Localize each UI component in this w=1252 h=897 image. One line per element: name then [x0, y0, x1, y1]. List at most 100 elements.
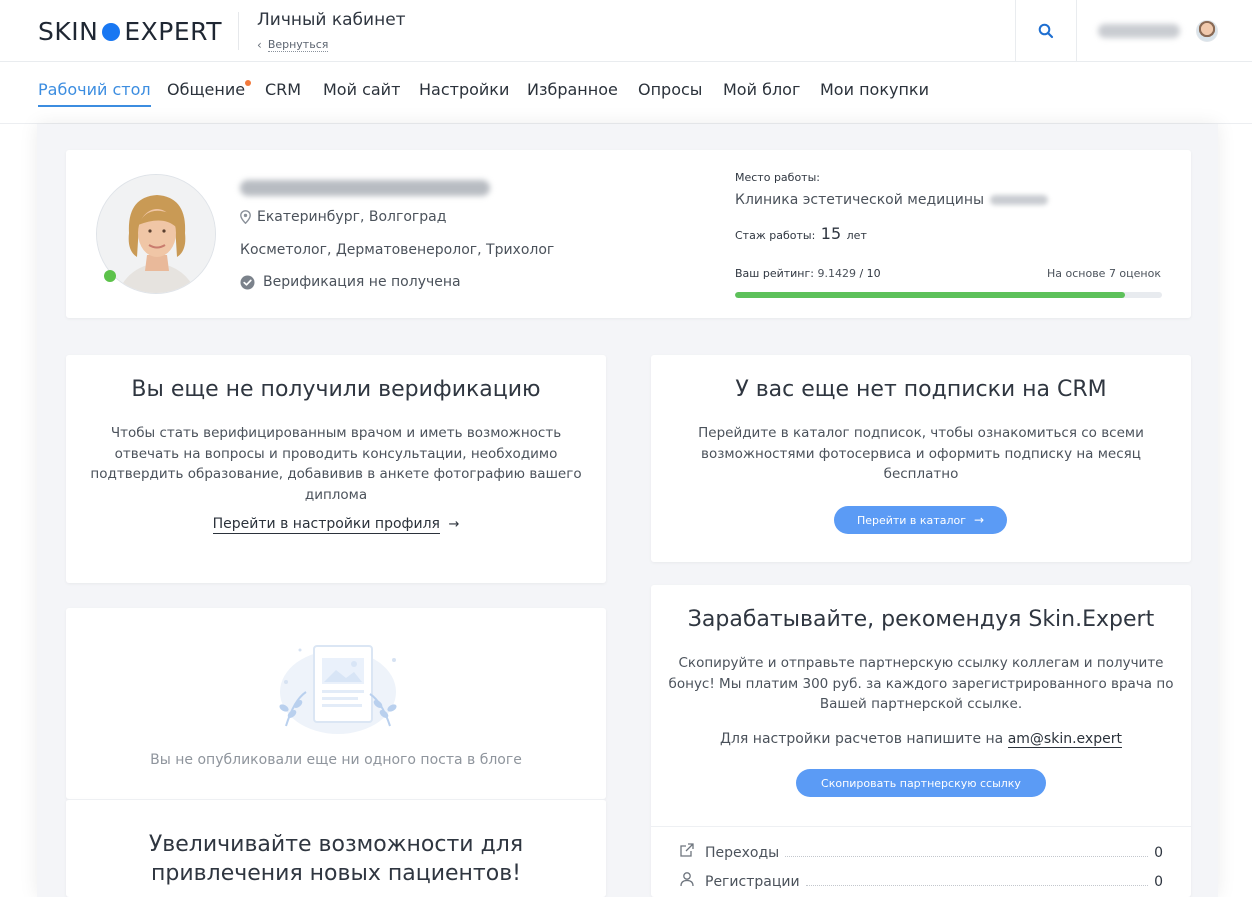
notification-dot-icon [245, 80, 252, 86]
stat-value: 0 [1154, 874, 1163, 890]
partner-contact-prefix: Для настройки расчетов напишите на [720, 731, 1004, 747]
partner-card-title: Зарабатывайте, рекомендуя Skin.Expert [687, 607, 1155, 632]
partner-card-text: Скопируйте и отправьте партнерскую ссылк… [651, 653, 1191, 715]
text-line: Чтобы стать верифицированным врачом и им… [110, 425, 562, 441]
stat-row-transitions: Переходы 0 [679, 841, 1163, 861]
stat-value: 0 [1154, 845, 1163, 861]
copy-partner-link-button[interactable]: Скопировать партнерскую ссылку [796, 769, 1046, 797]
back-link-label: Вернуться [267, 38, 329, 52]
text-line: подтвердить образование, добавивив в анк… [90, 466, 582, 482]
clinic-name: Клиника эстетической медицины [735, 192, 985, 208]
verification-card: Вы еще не получили верификацию Чтобы ста… [66, 355, 606, 583]
partner-card: Зарабатывайте, рекомендуя Skin.Expert Ск… [651, 585, 1191, 897]
logo-text-right: EXPERT [124, 17, 222, 46]
work-place-label: Место работы: [735, 171, 820, 184]
blog-empty-card: Вы не опубликовали еще ни одного поста в… [66, 608, 606, 799]
promo-card: Увеличивайте возможности для привлечения… [66, 799, 606, 897]
stat-row-registrations: Регистрации 0 [679, 870, 1163, 890]
profile-name-blurred [240, 180, 490, 196]
profile-specialties: Косметолог, Дерматовенеролог, Трихолог [240, 242, 555, 258]
stat-label: Переходы [705, 845, 780, 861]
verification-status: Верификация не получена [240, 274, 461, 290]
page-title: Личный кабинет [257, 10, 406, 30]
text-line: возможностями фотосервиса и оформить под… [701, 445, 1141, 462]
rating-value: 9.1429 [817, 267, 856, 280]
nav-tab-my-site[interactable]: Мой сайт [323, 80, 400, 105]
logo-dot-icon [102, 22, 121, 41]
profile-settings-link[interactable]: Перейти в настройки профиля → [66, 516, 606, 534]
text-line: бонус! Мы платим 300 руб. за каждого зар… [668, 675, 1174, 692]
nav-tab-my-blog[interactable]: Мой блог [723, 80, 800, 105]
stat-label: Регистрации [705, 874, 800, 890]
search-icon [1038, 23, 1054, 39]
rating-progress-fill [735, 292, 1126, 298]
dotted-leader [785, 856, 1149, 857]
text-line: Вашей партнерской ссылке. [819, 696, 1023, 712]
crm-card-text: Перейдите в каталог подписок, чтобы озна… [651, 423, 1191, 485]
partner-contact: Для настройки расчетов напишите на am@sk… [651, 729, 1191, 750]
text-line: Перейдите в каталог подписок, чтобы озна… [698, 425, 1144, 441]
logo-text-left: SKIN [38, 17, 99, 46]
profile-settings-link-label: Перейти в настройки профиля [212, 516, 440, 534]
experience: Стаж работы: 15 лет [735, 224, 867, 243]
header-divider [238, 12, 239, 50]
dotted-leader [805, 885, 1149, 886]
user-avatar[interactable] [1196, 20, 1218, 42]
online-status-icon [104, 270, 116, 282]
nav-tab-surveys[interactable]: Опросы [638, 80, 702, 105]
location-pin-icon [240, 210, 251, 224]
nav-tab-label: Общение [167, 80, 246, 99]
empty-blog-illustration-icon [279, 645, 397, 734]
experience-unit: лет [846, 229, 867, 242]
experience-label: Стаж работы: [735, 229, 816, 242]
clinic-name-blurred [990, 195, 1049, 205]
dashboard-content: Екатеринбург, Волгоград Косметолог, Дерм… [37, 124, 1218, 897]
external-link-icon [680, 843, 694, 857]
work-place: Клиника эстетической медицины [735, 192, 1049, 208]
header-separator [1076, 0, 1077, 62]
rating-max: / 10 [859, 267, 881, 280]
chevron-left-icon: ‹ [257, 38, 262, 52]
arrow-right-icon: → [973, 513, 985, 527]
crm-card: У вас еще нет подписки на CRM Перейдите … [651, 355, 1191, 562]
user-name-blurred[interactable] [1098, 24, 1180, 38]
verification-card-text: Чтобы стать верифицированным врачом и им… [66, 423, 606, 505]
catalog-button[interactable]: Перейти в каталог → [834, 506, 1007, 534]
nav-tab-crm[interactable]: CRM [265, 80, 301, 105]
profile-city: Екатеринбург, Волгоград [240, 209, 446, 225]
partner-card-divider [651, 826, 1191, 827]
nav-tab-communication[interactable]: Общение [167, 80, 252, 105]
search-button[interactable] [1016, 0, 1076, 62]
rating-label: Ваш рейтинг: [735, 267, 814, 280]
text-line: Скопируйте и отправьте партнерскую ссылк… [678, 655, 1164, 671]
promo-title-line: Увеличивайте возможности для [148, 832, 524, 857]
user-icon [680, 872, 694, 887]
text-line: бесплатно [883, 466, 959, 482]
catalog-button-label: Перейти в каталог [856, 513, 966, 527]
arrow-right-icon: → [448, 517, 460, 532]
verification-status-text: Верификация не получена [263, 274, 461, 290]
profile-city-text: Екатеринбург, Волгоград [257, 209, 447, 225]
promo-title-line: привлечения новых пациентов! [151, 861, 521, 886]
main-navigation: Рабочий стол Общение CRM Мой сайт Настро… [0, 62, 1252, 124]
nav-tab-my-purchases[interactable]: Мои покупки [820, 80, 929, 105]
text-line: диплома [304, 486, 368, 503]
verification-card-title: Вы еще не получили верификацию [131, 377, 541, 402]
nav-tab-settings[interactable]: Настройки [419, 80, 509, 105]
profile-card: Екатеринбург, Волгоград Косметолог, Дерм… [66, 150, 1191, 318]
partner-email-link[interactable]: am@skin.expert [1007, 731, 1122, 748]
nav-tab-dashboard[interactable]: Рабочий стол [38, 80, 151, 107]
rating-basis: На основе 7 оценок [1046, 267, 1161, 280]
crm-card-title: У вас еще нет подписки на CRM [735, 377, 1107, 402]
back-link[interactable]: ‹ Вернуться [257, 38, 329, 52]
nav-tab-favorites[interactable]: Избранное [527, 80, 618, 105]
site-logo[interactable]: SKIN EXPERT [38, 17, 222, 46]
promo-card-title: Увеличивайте возможности для привлечения… [66, 830, 606, 888]
blog-empty-text: Вы не опубликовали еще ни одного поста в… [150, 752, 522, 768]
experience-value: 15 [820, 224, 842, 243]
top-header: SKIN EXPERT Личный кабинет ‹ Вернуться [0, 0, 1252, 62]
rating-progress-bar [735, 292, 1162, 298]
rating: Ваш рейтинг: 9.1429 / 10 [735, 267, 881, 280]
text-line: отвечать на вопросы и проводить консульт… [114, 445, 558, 462]
verified-badge-icon [240, 275, 255, 289]
